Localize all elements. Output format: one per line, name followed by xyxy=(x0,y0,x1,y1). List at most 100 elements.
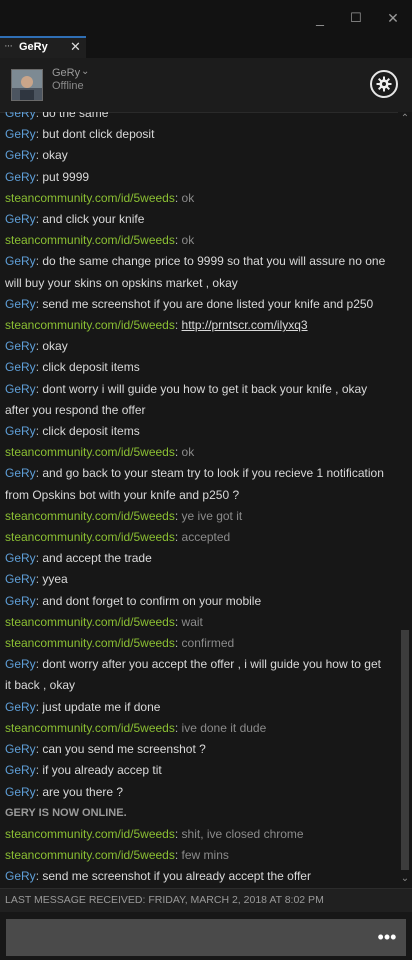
message-sender[interactable]: steancommunity.com/id/5weeds xyxy=(5,615,175,629)
message-sender[interactable]: GeRy xyxy=(5,700,36,714)
chat-message: steancommunity.com/id/5weeds: http://prn… xyxy=(0,315,398,336)
message-text: shit, ive closed chrome xyxy=(181,826,304,841)
message-sender[interactable]: steancommunity.com/id/5weeds xyxy=(5,636,175,650)
message-sender[interactable]: GeRy xyxy=(5,763,36,777)
tab-gery[interactable]: ··· GeRy ✕ xyxy=(0,36,86,58)
message-sender[interactable]: GeRy xyxy=(5,297,36,311)
message-separator: : xyxy=(174,530,182,545)
close-icon[interactable]: ✕ xyxy=(383,9,403,27)
chat-message: GeRy: do the same xyxy=(0,112,398,124)
message-text: are you there ? xyxy=(42,784,124,799)
message-sender[interactable]: GeRy xyxy=(5,339,36,353)
system-message: GERY IS NOW ONLINE. xyxy=(5,806,127,819)
message-sender[interactable]: steancommunity.com/id/5weeds xyxy=(5,530,175,544)
tab-label: GeRy xyxy=(19,41,48,53)
chat-message: GeRy: do the same change price to 9999 s… xyxy=(0,251,398,293)
message-input[interactable] xyxy=(6,919,406,956)
message-text: do the same xyxy=(42,112,109,120)
message-separator: : xyxy=(174,190,182,205)
friend-header: GeRy ⌄ Offline xyxy=(0,58,412,113)
chevron-down-icon[interactable]: ⌄ xyxy=(81,66,89,77)
chat-message: GeRy: okay xyxy=(0,145,398,166)
message-sender[interactable]: GeRy xyxy=(5,572,36,586)
message-text: and accept the trade xyxy=(42,551,152,566)
message-link[interactable]: http://prntscr.com/ilyxq3 xyxy=(182,318,308,332)
chat-message: GeRy: okay xyxy=(0,336,398,357)
message-sender[interactable]: GeRy xyxy=(5,869,36,883)
message-text: but dont click deposit xyxy=(42,127,155,142)
message-text: send me screenshot if you are done liste… xyxy=(42,296,374,311)
last-message-bar: LAST MESSAGE RECEIVED: FRIDAY, MARCH 2, … xyxy=(0,888,412,913)
tab-bar: ··· GeRy ✕ xyxy=(0,36,412,58)
message-sender[interactable]: steancommunity.com/id/5weeds xyxy=(5,721,175,735)
chat-message: steancommunity.com/id/5weeds: ye ive got… xyxy=(0,506,398,527)
message-text: dont worry i will guide you how to get i… xyxy=(5,381,368,417)
chat-message: steancommunity.com/id/5weeds: shit, ive … xyxy=(0,824,398,845)
chat-message: GeRy: click deposit items xyxy=(0,421,398,442)
chat-message: steancommunity.com/id/5weeds: few mins xyxy=(0,845,398,866)
gear-icon[interactable] xyxy=(370,70,398,98)
chat-scrollbar[interactable]: ⌃ ⌄ xyxy=(398,112,412,888)
title-bar: _ ☐ ✕ xyxy=(0,0,412,36)
minimize-icon[interactable]: _ xyxy=(310,9,330,27)
message-sender[interactable]: GeRy xyxy=(5,112,36,120)
tab-menu-icon[interactable]: ··· xyxy=(4,40,13,52)
message-sender[interactable]: GeRy xyxy=(5,148,36,162)
message-sender[interactable]: steancommunity.com/id/5weeds xyxy=(5,827,175,841)
message-sender[interactable]: GeRy xyxy=(5,127,36,141)
chat-message: steancommunity.com/id/5weeds: wait xyxy=(0,612,398,633)
message-sender[interactable]: GeRy xyxy=(5,785,36,799)
message-sender[interactable]: steancommunity.com/id/5weeds xyxy=(5,509,175,523)
message-text: and click your knife xyxy=(42,212,145,227)
message-text: ok xyxy=(181,445,195,460)
message-sender[interactable]: GeRy xyxy=(5,424,36,438)
chat-message: GeRy: click deposit items xyxy=(0,357,398,378)
message-separator: : xyxy=(174,614,182,629)
message-sender[interactable]: GeRy xyxy=(5,594,36,608)
scroll-up-icon[interactable]: ⌃ xyxy=(398,112,412,126)
message-sender[interactable]: GeRy xyxy=(5,254,36,268)
chat-message: GeRy: send me screenshot if you already … xyxy=(0,866,398,887)
message-sender[interactable]: GeRy xyxy=(5,551,36,565)
chat-log[interactable]: GeRy: do the same GeRy: but dont click de… xyxy=(0,112,398,888)
chat-message: GeRy: dont worry after you accept the of… xyxy=(0,654,398,696)
message-sender[interactable]: GeRy xyxy=(5,170,36,184)
friend-name[interactable]: GeRy xyxy=(52,67,80,79)
composer: ••• xyxy=(0,912,412,960)
chat-message: GeRy: put 9999 xyxy=(0,167,398,188)
more-options-icon[interactable]: ••• xyxy=(374,922,400,952)
chat-message: steancommunity.com/id/5weeds: ok xyxy=(0,188,398,209)
message-text: and dont forget to confirm on your mobil… xyxy=(42,593,262,608)
chat-message: GeRy: dont worry i will guide you how to… xyxy=(0,379,398,421)
message-text: ye ive got it xyxy=(181,508,243,523)
message-separator: : xyxy=(174,636,182,651)
message-text: if you already accep tit xyxy=(42,763,162,778)
message-text: send me screenshot if you already accept… xyxy=(42,869,311,884)
scroll-down-icon[interactable]: ⌄ xyxy=(398,872,412,886)
chat-message: GeRy: just update me if done xyxy=(0,697,398,718)
message-sender[interactable]: GeRy xyxy=(5,212,36,226)
chat-message: GeRy: and go back to your steam try to l… xyxy=(0,463,398,505)
message-sender[interactable]: GeRy xyxy=(5,360,36,374)
message-sender[interactable]: GeRy xyxy=(5,382,36,396)
maximize-icon[interactable]: ☐ xyxy=(346,9,366,27)
chat-message: GeRy: send me screenshot if you are done… xyxy=(0,294,398,315)
avatar[interactable] xyxy=(11,69,43,101)
chat-message: steancommunity.com/id/5weeds: ive done i… xyxy=(0,718,398,739)
message-separator: : xyxy=(174,233,182,248)
message-sender[interactable]: steancommunity.com/id/5weeds xyxy=(5,233,175,247)
message-separator: : xyxy=(174,826,182,841)
message-sender[interactable]: steancommunity.com/id/5weeds xyxy=(5,848,175,862)
message-sender[interactable]: GeRy xyxy=(5,466,36,480)
tab-close-icon[interactable]: ✕ xyxy=(70,39,81,55)
scrollbar-thumb[interactable] xyxy=(401,630,409,870)
chat-message: steancommunity.com/id/5weeds: accepted xyxy=(0,527,398,548)
message-sender[interactable]: steancommunity.com/id/5weeds xyxy=(5,191,175,205)
message-text: click deposit items xyxy=(42,360,140,375)
message-sender[interactable]: steancommunity.com/id/5weeds xyxy=(5,318,175,332)
chat-message: GeRy: and click your knife xyxy=(0,209,398,230)
message-sender[interactable]: GeRy xyxy=(5,657,36,671)
message-sender[interactable]: steancommunity.com/id/5weeds xyxy=(5,445,175,459)
message-text: dont worry after you accept the offer , … xyxy=(5,657,381,693)
message-sender[interactable]: GeRy xyxy=(5,742,36,756)
